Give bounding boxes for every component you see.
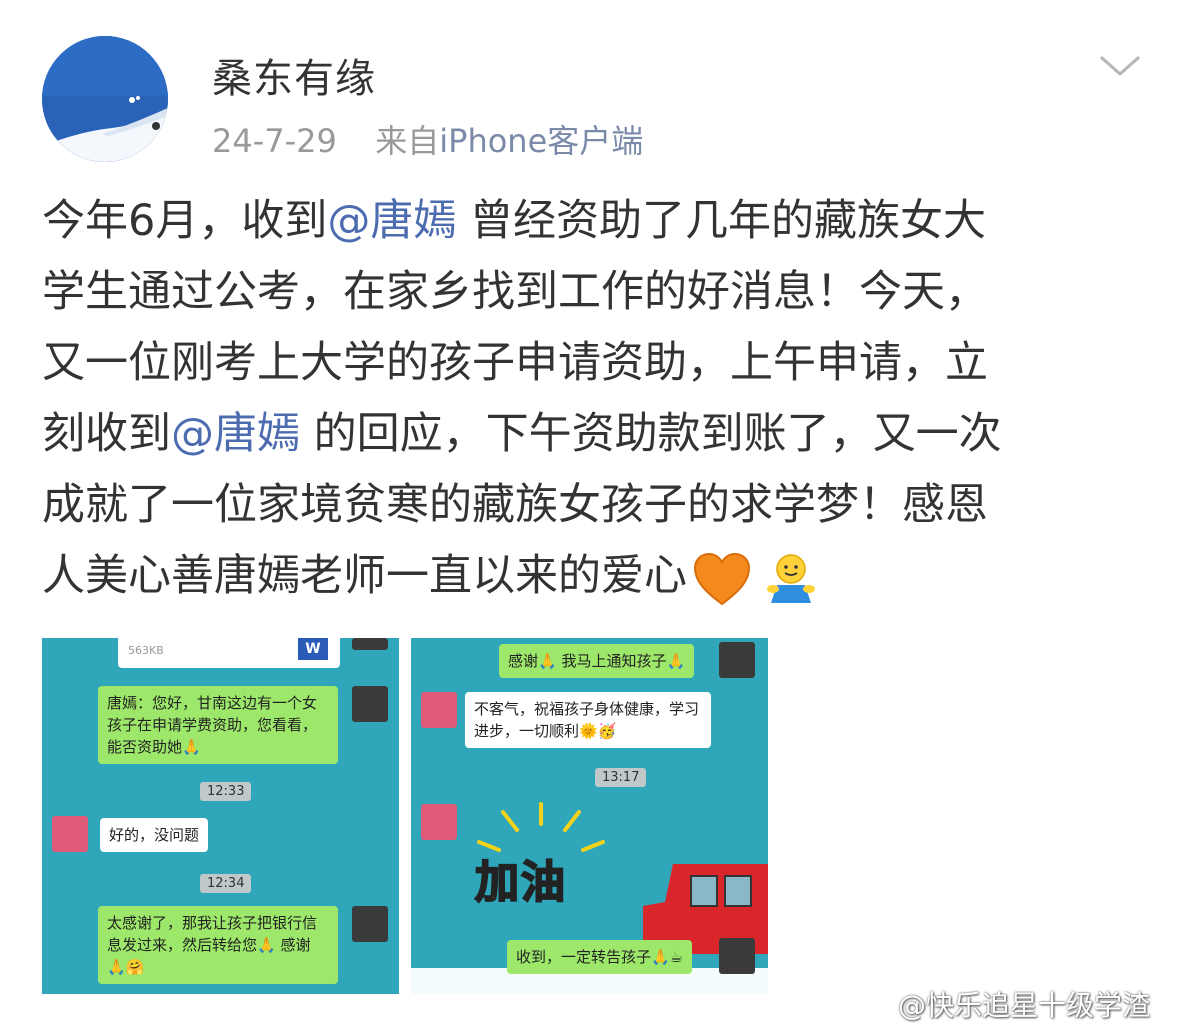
- sticker-text: 加油: [474, 856, 567, 909]
- post-source[interactable]: iPhone客户端: [439, 122, 643, 160]
- chat-timestamp: 12:34: [200, 874, 252, 893]
- chat-message: 感谢🙏 我马上通知孩子🙏: [499, 644, 695, 678]
- post-text: 今年6月，收到@唐嫣 曾经资助了几年的藏族女大 学生通过公考，在家乡找到工作的好…: [42, 186, 1152, 612]
- text-line-4b: 的回应，下午资助款到账了，又一次: [300, 409, 1002, 459]
- author-avatar[interactable]: [42, 36, 168, 162]
- avatar: [719, 642, 755, 678]
- file-card: 563KB W: [118, 638, 340, 668]
- weibo-watermark: @快乐追星十级学渣: [864, 984, 1150, 1024]
- chat-message: 收到，一定转告孩子🙏☕: [507, 940, 693, 974]
- text-line-5: 成就了一位家境贫寒的藏族女孩子的求学梦！感恩: [42, 480, 988, 530]
- source-prefix: 来自: [375, 122, 440, 160]
- chat-timestamp: 13:17: [595, 768, 647, 787]
- chat-screenshot-2[interactable]: 感谢🙏 我马上通知孩子🙏 不客气，祝福孩子身体健康，学习进步，一切顺利🌞🥳 13…: [411, 638, 768, 994]
- orange-heart-icon: [693, 552, 751, 605]
- avatar: [421, 692, 457, 728]
- avatar: [719, 938, 755, 974]
- post-date: 24-7-29: [212, 122, 337, 160]
- avatar: [352, 906, 388, 942]
- text-line-4a: 刻收到: [42, 409, 171, 459]
- text-line-3: 又一位刚考上大学的孩子申请资助，上午申请，立: [42, 338, 988, 388]
- mention-link[interactable]: @唐嫣: [327, 196, 456, 246]
- avatar: [421, 804, 457, 840]
- file-size: 563KB: [128, 644, 164, 657]
- chat-message: 好的，没问题: [100, 818, 209, 852]
- word-file-icon: W: [298, 638, 328, 660]
- avatar: [352, 638, 388, 650]
- text-line-2: 学生通过公考，在家乡找到工作的好消息！今天，: [42, 267, 988, 317]
- chat-message: 不客气，祝福孩子身体健康，学习进步，一切顺利🌞🥳: [465, 692, 711, 748]
- chat-timestamp: 12:33: [200, 782, 252, 801]
- chevron-down-icon[interactable]: [1098, 50, 1142, 80]
- text-line-6: 人美心善唐嫣老师一直以来的爱心: [42, 551, 687, 601]
- text-line-1a: 今年6月，收到: [42, 196, 328, 246]
- chat-message: 唐嫣：您好，甘南这边有一个女孩子在申请学费资助，您看看，能否资助她🙏: [98, 686, 338, 764]
- author-name[interactable]: 桑东有缘: [212, 46, 376, 104]
- weibo-logo-icon: [864, 996, 893, 1019]
- text-line-1b: 曾经资助了几年的藏族女大: [456, 196, 987, 246]
- mention-link[interactable]: @唐嫣: [171, 409, 300, 459]
- chat-message: 太感谢了，那我让孩子把银行信息发过来，然后转给您🙏 感谢🙏🤗: [98, 906, 338, 984]
- avatar: [52, 816, 88, 852]
- avatar: [352, 686, 388, 722]
- hug-icon: [767, 553, 815, 603]
- chat-screenshot-1[interactable]: 563KB W 唐嫣：您好，甘南这边有一个女孩子在申请学费资助，您看看，能否资助…: [42, 638, 399, 994]
- watermark-text: @快乐追星十级学渣: [898, 989, 1151, 1022]
- post-meta: 24-7-29 来自iPhone客户端: [212, 116, 643, 162]
